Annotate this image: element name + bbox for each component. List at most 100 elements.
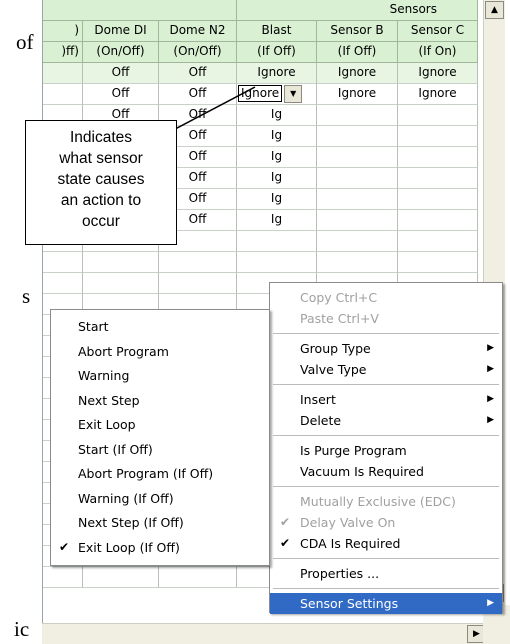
scroll-right-icon: ▶ [473,629,480,639]
menu-item-vacuum-is-required[interactable]: Vacuum Is Required [270,461,502,482]
menu-item-delete[interactable]: Delete ▶ [270,410,502,431]
grid-cell[interactable] [317,147,398,168]
column-header-line1[interactable]: Sensor C [398,21,478,42]
grid-cell[interactable] [398,210,478,231]
grid-cell[interactable]: Off [83,84,159,105]
sensor-settings-submenu: Start Abort Program Warning Next Step Exit L… [50,309,270,566]
grid-cell[interactable]: Ig [237,147,317,168]
column-header-line1[interactable]: Dome N2 [159,21,237,42]
grid-cell[interactable]: Ignore [317,84,398,105]
grid-cell[interactable] [83,567,159,588]
scroll-up-button[interactable]: ▲ [485,1,504,19]
grid-cell[interactable] [398,126,478,147]
column-header-line2[interactable]: (If Off) [317,42,398,63]
grid-cell[interactable] [159,273,237,294]
grid-cell[interactable]: Ig [237,168,317,189]
menu-item-label: Delete [300,413,342,428]
grid-cell[interactable]: Ignore [237,63,317,84]
grid-cell[interactable] [317,126,398,147]
menu-item-label: Delay Valve On [300,515,396,530]
menu-item-sensor-settings[interactable]: Sensor Settings ▶ [270,593,502,614]
row-cell-index[interactable] [43,252,83,273]
grid-cell[interactable] [237,231,317,252]
submenu-item-abort-program-if-off[interactable]: Abort Program (If Off) [51,463,269,484]
submenu-item-start[interactable]: Start [51,316,269,337]
grid-cell[interactable] [159,252,237,273]
grid-cell[interactable] [317,252,398,273]
callout-line: an action to [60,192,142,209]
submenu-item-abort-program[interactable]: Abort Program [51,341,269,362]
chevron-right-icon: ▶ [487,364,494,374]
grid-cell[interactable]: Off [159,84,237,105]
column-header-line2[interactable]: (On/Off) [83,42,159,63]
menu-item-label: Group Type [300,341,371,356]
submenu-item-label: Exit Loop [78,417,136,432]
menu-item-paste-ctrl-v[interactable]: Paste Ctrl+V [270,308,502,329]
column-header-line1[interactable]: Dome DI [83,21,159,42]
chevron-down-icon[interactable]: ▼ [284,85,303,103]
column-header-line2[interactable]: (On/Off) [159,42,237,63]
grid-cell[interactable] [398,168,478,189]
grid-cell[interactable]: Ignore [317,63,398,84]
column-header-line1[interactable]: Blast [237,21,317,42]
grid-cell[interactable] [159,567,237,588]
menu-item-delay-valve-on[interactable]: ✔ Delay Valve On [270,512,502,533]
menu-item-copy-ctrl-c[interactable]: Copy Ctrl+C [270,287,502,308]
grid-cell[interactable]: Ignore [398,63,478,84]
grid-cell[interactable]: Ig [237,189,317,210]
grid-cell[interactable] [317,189,398,210]
submenu-item-exit-loop-if-off[interactable]: ✔ Exit Loop (If Off) [51,537,269,558]
menu-item-insert[interactable]: Insert ▶ [270,389,502,410]
scroll-up-icon: ▲ [491,5,498,15]
horizontal-scrollbar[interactable]: ▶ [42,623,487,644]
row-cell-index[interactable] [43,567,83,588]
grid-cell[interactable] [317,168,398,189]
grid-cell[interactable]: Ig [237,210,317,231]
column-header-line1[interactable]: Sensor B [317,21,398,42]
grid-cell[interactable]: Off [83,63,159,84]
callout-line: occur [82,213,120,230]
menu-item-cda-is-required[interactable]: ✔ CDA Is Required [270,533,502,554]
grid-cell[interactable] [398,189,478,210]
column-header-line2[interactable]: (If On) [398,42,478,63]
row-cell-index[interactable] [43,63,83,84]
grid-cell[interactable] [317,231,398,252]
submenu-item-warning-if-off[interactable]: Warning (If Off) [51,488,269,509]
background-text-of: of [16,30,34,54]
submenu-item-warning[interactable]: Warning [51,365,269,386]
submenu-item-next-step[interactable]: Next Step [51,390,269,411]
grid-cell[interactable] [83,273,159,294]
sensor-dropdown[interactable]: Ignore ▼ [237,84,317,105]
column-header-line2[interactable]: (If Off) [237,42,317,63]
grid-cell[interactable] [237,252,317,273]
submenu-item-exit-loop[interactable]: Exit Loop [51,414,269,435]
column-header-line1[interactable]: ) [43,21,83,42]
grid-cell[interactable]: Ignore [398,84,478,105]
menu-item-valve-type[interactable]: Valve Type ▶ [270,359,502,380]
menu-item-properties[interactable]: Properties ... [270,563,502,584]
menu-separator [273,384,499,385]
grid-cell[interactable] [317,210,398,231]
check-icon: ✔ [280,515,291,529]
context-menu: Copy Ctrl+C Paste Ctrl+V Group Type ▶ Valve … [269,282,503,614]
menu-item-label: Copy Ctrl+C [300,290,378,305]
row-cell-index[interactable] [43,273,83,294]
submenu-item-next-step-if-off[interactable]: Next Step (If Off) [51,512,269,533]
grid-cell[interactable]: Off [159,63,237,84]
submenu-item-start-if-off[interactable]: Start (If Off) [51,439,269,460]
grid-cell[interactable] [317,105,398,126]
menu-item-is-purge-program[interactable]: Is Purge Program [270,440,502,461]
menu-item-mutually-exclusive-edc[interactable]: Mutually Exclusive (EDC) [270,491,502,512]
row-cell-index[interactable] [43,84,83,105]
submenu-item-label: Exit Loop (If Off) [78,539,180,555]
grid-cell[interactable] [398,231,478,252]
column-header-line2[interactable]: )ff) [43,42,83,63]
grid-cell[interactable]: Ig [237,105,317,126]
grid-cell[interactable] [398,105,478,126]
submenu-item-label: Next Step (If Off) [78,515,184,530]
grid-cell[interactable] [398,252,478,273]
grid-cell[interactable] [398,147,478,168]
grid-cell[interactable]: Ig [237,126,317,147]
grid-cell[interactable] [83,252,159,273]
menu-item-group-type[interactable]: Group Type ▶ [270,338,502,359]
